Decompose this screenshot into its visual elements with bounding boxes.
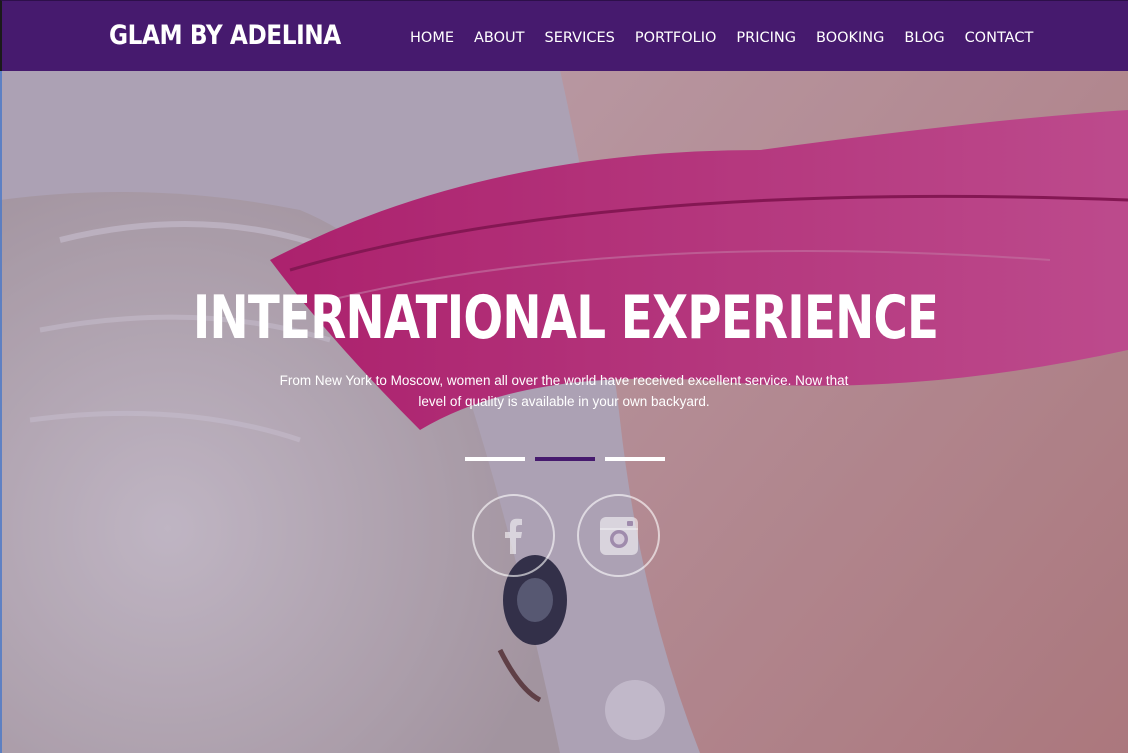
facebook-icon bbox=[504, 518, 522, 554]
instagram-button[interactable] bbox=[577, 494, 660, 577]
hero-headline: INTERNATIONAL EXPERIENCE bbox=[192, 283, 939, 353]
nav-pricing[interactable]: PRICING bbox=[736, 27, 796, 49]
slide-indicator-3[interactable] bbox=[605, 457, 665, 461]
slide-indicator-1[interactable] bbox=[465, 457, 525, 461]
main-nav: HOME ABOUT SERVICES PORTFOLIO PRICING BO… bbox=[400, 27, 1043, 49]
instagram-icon bbox=[599, 516, 638, 555]
facebook-button[interactable] bbox=[472, 494, 555, 577]
slide-indicator-2[interactable] bbox=[535, 457, 595, 461]
nav-blog[interactable]: BLOG bbox=[904, 27, 944, 49]
hero-section: INTERNATIONAL EXPERIENCE From New York t… bbox=[0, 0, 1128, 753]
nav-portfolio[interactable]: PORTFOLIO bbox=[635, 27, 717, 49]
slider-indicators bbox=[465, 457, 675, 461]
top-navbar: GLAM BY ADELINA HOME ABOUT SERVICES PORT… bbox=[0, 0, 1128, 71]
nav-services[interactable]: SERVICES bbox=[545, 27, 615, 49]
nav-home[interactable]: HOME bbox=[410, 27, 454, 49]
site-logo[interactable]: GLAM BY ADELINA bbox=[109, 18, 341, 54]
social-links bbox=[472, 494, 682, 577]
window-left-edge bbox=[0, 0, 2, 753]
nav-contact[interactable]: CONTACT bbox=[965, 27, 1034, 49]
nav-about[interactable]: ABOUT bbox=[474, 27, 525, 49]
nav-booking[interactable]: BOOKING bbox=[816, 27, 884, 49]
hero-subtext: From New York to Moscow, women all over … bbox=[279, 373, 849, 409]
